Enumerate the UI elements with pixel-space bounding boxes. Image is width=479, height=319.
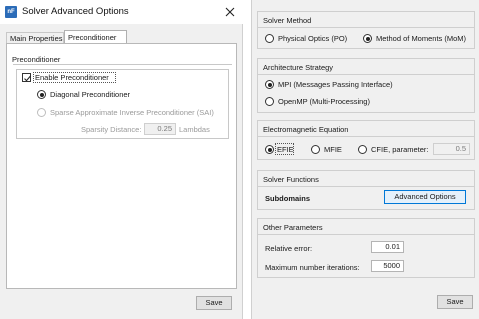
max-iterations-label: Maximum number iterations: [265, 263, 360, 272]
group-title-preconditioner: Preconditioner [12, 55, 61, 64]
physical-optics-radio[interactable] [265, 34, 274, 43]
group-divider [258, 234, 474, 235]
group-divider [13, 64, 232, 65]
subdomains-label: Subdomains [265, 194, 311, 203]
mpi-label: MPI (Messages Passing Interface) [278, 80, 393, 89]
solver-method-title: Solver Method [263, 16, 312, 25]
openmp-label: OpenMP (Multi-Processing) [278, 97, 370, 106]
mfie-radio[interactable] [311, 145, 320, 154]
solver-properties-window: Solver Method Physical Optics (PO) Metho… [251, 0, 479, 319]
solver-functions-title: Solver Functions [263, 175, 319, 184]
group-divider [258, 74, 474, 75]
save-button-left[interactable]: Save [196, 296, 232, 310]
preconditioner-panel: Preconditioner Enable Preconditioner Dia… [6, 43, 237, 289]
method-of-moments-radio[interactable] [363, 34, 372, 43]
solver-functions-group: Solver Functions Subdomains Advanced Opt… [257, 170, 475, 210]
efie-radio[interactable] [265, 145, 274, 154]
group-divider [258, 186, 474, 187]
diagonal-preconditioner-label: Diagonal Preconditioner [50, 90, 131, 99]
mfie-label: MFIE [324, 145, 342, 154]
sai-preconditioner-label: Sparse Approximate Inverse Preconditione… [50, 108, 214, 117]
openmp-radio[interactable] [265, 97, 274, 106]
group-divider [258, 27, 474, 28]
tab-preconditioner[interactable]: Preconditioner [64, 30, 127, 44]
mpi-radio[interactable] [265, 80, 274, 89]
cfie-label: CFIE, parameter: [371, 145, 429, 154]
physical-optics-label: Physical Optics (PO) [278, 34, 348, 43]
diagonal-preconditioner-radio[interactable] [37, 90, 46, 99]
other-parameters-group: Other Parameters Relative error: 0.01 Ma… [257, 218, 475, 278]
solver-advanced-options-window: nF Solver Advanced Options Main Properti… [0, 0, 243, 319]
preconditioner-options-box: Enable Preconditioner Diagonal Precondit… [16, 69, 229, 139]
title-bar: nF Solver Advanced Options [0, 0, 243, 24]
sparsity-distance-label: Sparsity Distance: [81, 125, 142, 134]
sparsity-unit-label: Lambdas [179, 125, 210, 134]
enable-preconditioner-checkbox[interactable] [22, 73, 31, 82]
group-divider [258, 136, 474, 137]
enable-preconditioner-label: Enable Preconditioner [35, 73, 109, 82]
cfie-parameter-input[interactable]: 0.5 [433, 143, 470, 155]
architecture-strategy-title: Architecture Strategy [263, 63, 334, 72]
method-of-moments-label: Method of Moments (MoM) [376, 34, 467, 43]
advanced-options-button[interactable]: Advanced Options [384, 190, 466, 204]
app-icon: nF [5, 6, 17, 18]
window-title: Solver Advanced Options [22, 6, 129, 17]
electromagnetic-equation-group: Electromagnetic Equation EFIE MFIE CFIE,… [257, 120, 475, 160]
close-icon[interactable] [222, 4, 238, 20]
other-parameters-title: Other Parameters [263, 223, 323, 232]
relative-error-input[interactable]: 0.01 [371, 241, 404, 253]
cfie-radio[interactable] [358, 145, 367, 154]
architecture-strategy-group: Architecture Strategy MPI (Messages Pass… [257, 58, 475, 113]
efie-label: EFIE [277, 145, 294, 154]
sai-preconditioner-radio[interactable] [37, 108, 46, 117]
solver-method-group: Solver Method Physical Optics (PO) Metho… [257, 11, 475, 49]
sparsity-distance-input[interactable]: 0.25 [144, 123, 176, 135]
save-button-right[interactable]: Save [437, 295, 473, 309]
electromagnetic-equation-title: Electromagnetic Equation [263, 125, 349, 134]
relative-error-label: Relative error: [265, 244, 313, 253]
max-iterations-input[interactable]: 5000 [371, 260, 404, 272]
